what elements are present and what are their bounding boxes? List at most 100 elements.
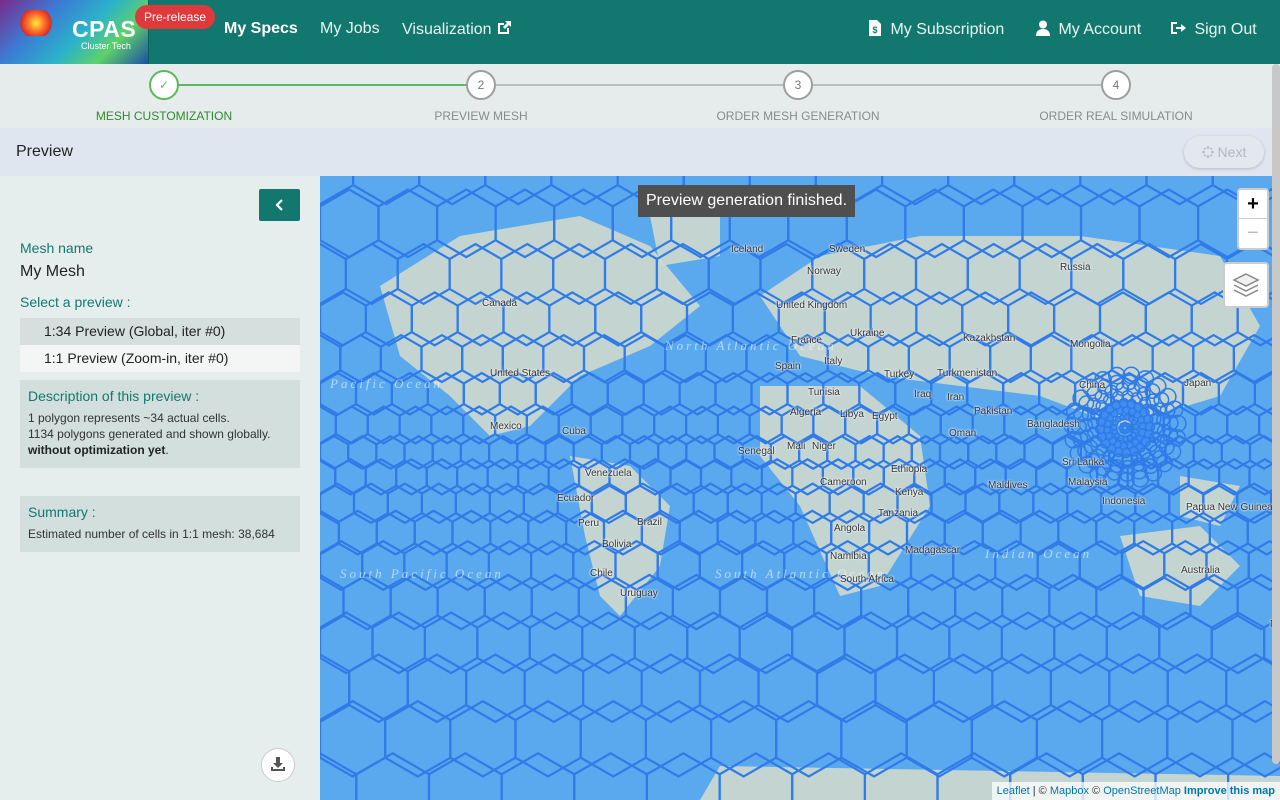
mesh-cell [339, 333, 382, 384]
nav-my-jobs[interactable]: My Jobs [320, 20, 380, 38]
mesh-cell [523, 653, 585, 724]
download-icon [271, 757, 285, 771]
download-button[interactable] [261, 748, 295, 782]
cpas-logo[interactable]: CPAS Cluster Tech [0, 0, 149, 64]
progress-stepper: ✓ 2 3 4 MESH CUSTOMIZATION PREVIEW MESH … [0, 64, 1280, 128]
mesh-cell [427, 752, 503, 800]
mesh-cell [423, 611, 479, 675]
mesh-cell [413, 509, 454, 556]
mesh-cell [517, 458, 550, 496]
step-1-circle[interactable]: ✓ [149, 70, 179, 100]
land-mass [1120, 526, 1240, 606]
external-link-icon [498, 21, 511, 34]
left-sidebar: Mesh name My Mesh Select a preview : 1:3… [0, 176, 320, 800]
mesh-cell [1166, 699, 1234, 778]
step-2-circle[interactable]: 2 [466, 70, 496, 100]
page-scrollbar[interactable] [1272, 64, 1280, 764]
country-label: Italy [824, 356, 843, 367]
country-label: Angola [834, 523, 866, 534]
country-label: Cameroon [820, 477, 867, 488]
svg-text:$: $ [872, 25, 877, 35]
preview-option-zoom-in[interactable]: 1:1 Preview (Zoom-in, iter #0) [20, 345, 300, 372]
country-label: Cuba [562, 426, 586, 437]
mesh-cell [760, 482, 797, 525]
page-title: Preview [16, 143, 73, 160]
nav-visualization[interactable]: Visualization [402, 20, 512, 39]
pre-release-badge: Pre-release [135, 5, 216, 29]
step-3-label: ORDER MESH GENERATION [716, 109, 880, 123]
mesh-cell [905, 699, 973, 778]
country-label: Iceland [731, 244, 764, 255]
zoom-in-button[interactable]: + [1239, 190, 1267, 219]
description-line: without optimization yet. [28, 443, 169, 457]
osm-link[interactable]: OpenStreetMap [1103, 785, 1181, 797]
mesh-cell [1035, 699, 1104, 778]
country-label: Mali [787, 441, 806, 452]
country-label: Kenya [895, 487, 924, 498]
step-4-label: ORDER REAL SIMULATION [1039, 109, 1193, 123]
leaflet-link[interactable]: Leaflet [997, 785, 1030, 797]
mesh-preview-map[interactable]: North Atlantic Ocean South Pacific Ocean… [320, 176, 1280, 800]
country-label: China [1079, 380, 1106, 391]
ocean-label: South Pacific Ocean [340, 566, 504, 581]
country-label: Bolivia [602, 539, 632, 550]
dollar-file-icon: $ [869, 20, 881, 36]
nav-my-subscription[interactable]: $ My Subscription [868, 20, 1004, 39]
next-button[interactable]: Next [1184, 136, 1264, 168]
country-label: Spain [775, 361, 801, 372]
layers-button[interactable] [1223, 262, 1269, 308]
mesh-cell [483, 573, 533, 631]
mesh-cell [1158, 611, 1213, 675]
step-3-circle[interactable]: 3 [783, 70, 813, 100]
nav-my-account[interactable]: My Account [1036, 20, 1141, 39]
improve-map-link[interactable]: Improve this map [1184, 785, 1275, 797]
mesh-cell [1145, 176, 1214, 206]
country-label: Namibia [830, 551, 867, 562]
mesh-cell [1125, 422, 1131, 428]
country-label: Peru [578, 518, 600, 529]
mesh-cell [621, 405, 656, 445]
mesh-cell [640, 653, 702, 724]
step-4-circle[interactable]: 4 [1101, 70, 1131, 100]
preview-option-global[interactable]: 1:34 Preview (Global, iter #0) [20, 318, 300, 345]
country-label: Egypt [872, 411, 898, 422]
mesh-cell [1101, 699, 1169, 778]
mesh-cell [527, 509, 568, 556]
preview-header: Preview Next [0, 128, 1280, 176]
hurricane-logo-icon [18, 10, 54, 36]
mesh-cell [420, 482, 457, 525]
country-label: Madagascar [905, 545, 961, 556]
mesh-cell [995, 434, 1026, 470]
country-label: Libya [840, 409, 864, 420]
country-label: Bangladesh [1027, 419, 1080, 430]
country-label: Niger [812, 441, 836, 452]
country-label: Papua New Guinea [1186, 502, 1273, 513]
mesh-cell [716, 405, 751, 445]
mapbox-link[interactable]: Mapbox [1050, 785, 1089, 797]
country-label: Brazil [637, 517, 663, 528]
country-label: Sri Lanka [1062, 457, 1105, 468]
mesh-cell [1000, 611, 1056, 675]
collapse-sidebar-button[interactable] [259, 189, 300, 221]
zoom-control: + − [1237, 188, 1269, 250]
mesh-name-label: Mesh name [20, 240, 94, 256]
summary-line: Estimated number of cells in 1:1 mesh: 3… [28, 527, 275, 541]
status-toast: Preview generation finished. [638, 185, 856, 217]
country-label: South Africa [840, 574, 894, 585]
mesh-cell [1049, 653, 1111, 724]
mesh-cell [320, 611, 374, 675]
mesh-cell [1095, 509, 1136, 556]
mesh-name-value: My Mesh [20, 263, 85, 280]
description-title: Description of this preview : [28, 388, 200, 404]
mesh-cell [714, 371, 753, 416]
chevron-left-icon [274, 199, 283, 211]
map-canvas[interactable] [320, 176, 1280, 800]
map-attribution: Leaflet | © Mapbox © OpenStreetMap Impro… [991, 782, 1280, 800]
nav-sign-out[interactable]: Sign Out [1170, 20, 1257, 39]
country-label: Canada [482, 298, 518, 309]
nav-my-specs[interactable]: My Specs [224, 20, 298, 38]
mesh-cell [606, 371, 645, 416]
zoom-out-button[interactable]: − [1239, 219, 1267, 248]
user-icon [1036, 20, 1050, 36]
step-1-label: MESH CUSTOMIZATION [95, 109, 233, 123]
